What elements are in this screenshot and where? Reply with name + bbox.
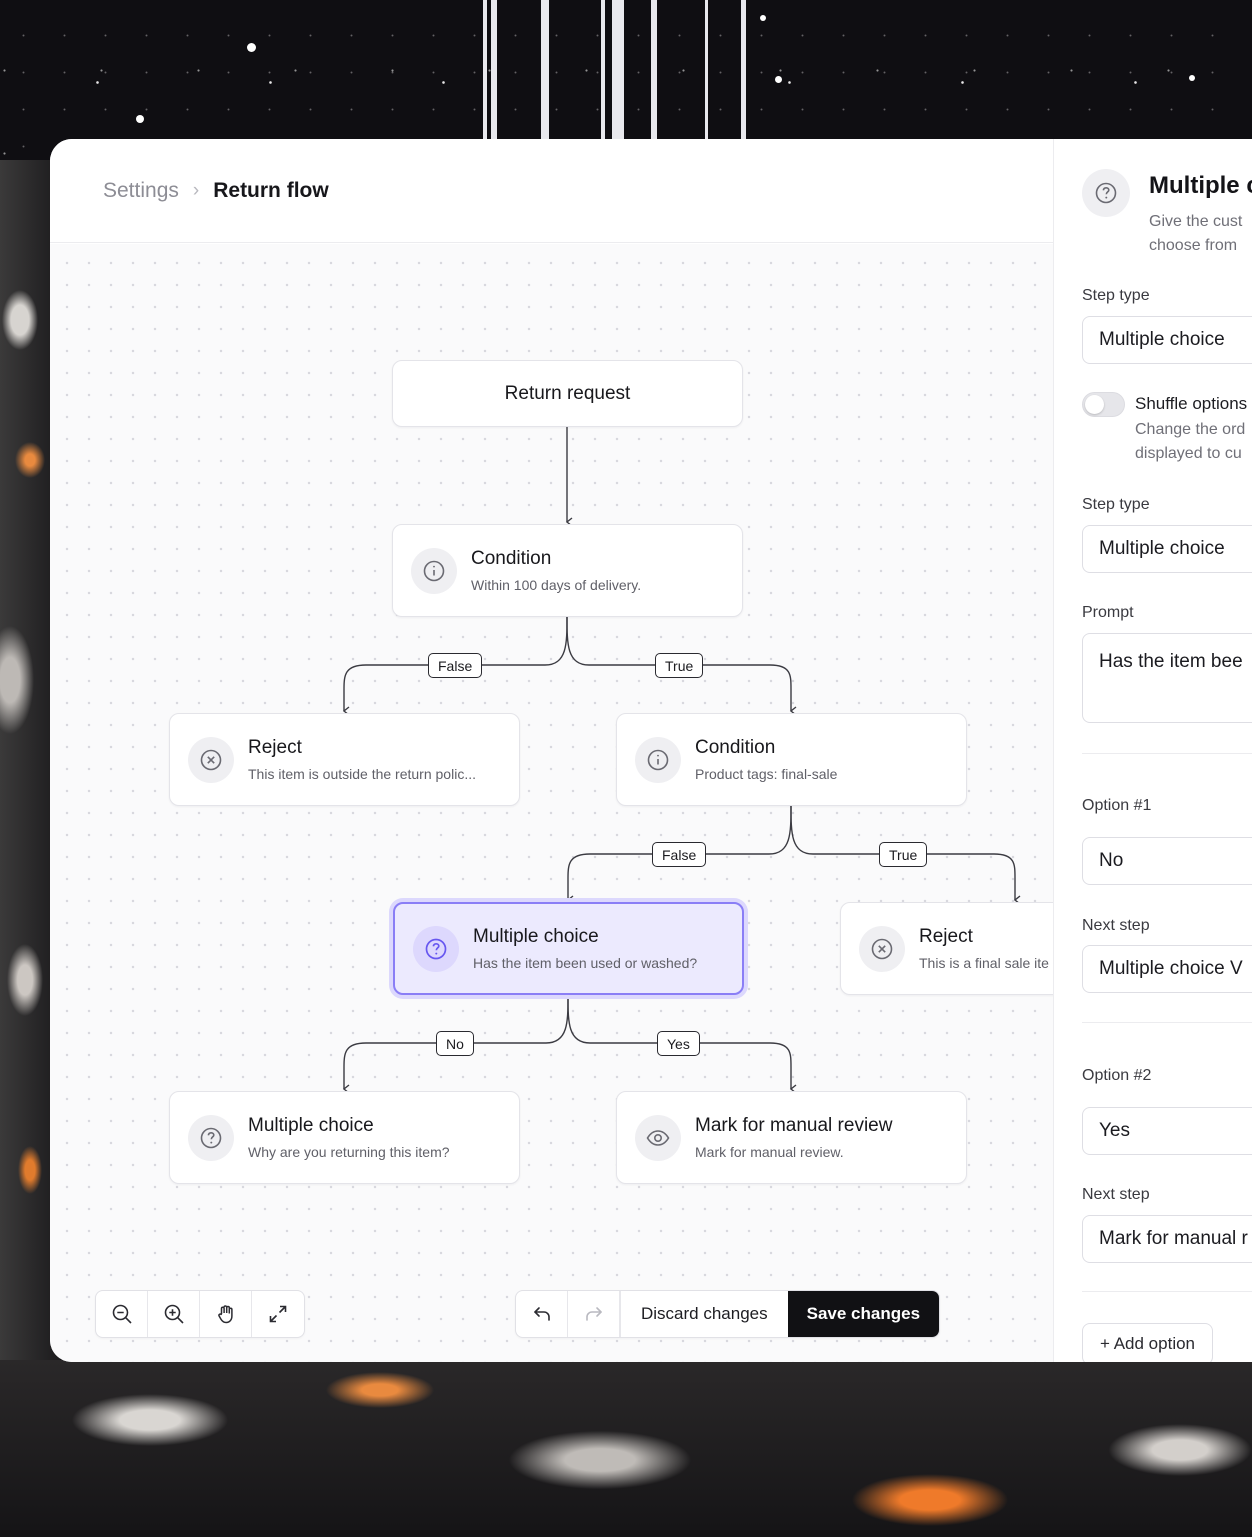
zoom-in-icon <box>164 1304 184 1324</box>
prompt-textarea[interactable]: Has the item bee <box>1082 633 1252 723</box>
node-title: Condition <box>471 548 552 569</box>
panel-description: Give the cust choose from <box>1149 213 1243 254</box>
node-title: Condition <box>695 737 776 758</box>
hand-icon <box>217 1305 233 1324</box>
undo-button[interactable] <box>516 1291 568 1337</box>
node-manual-review[interactable]: Mark for manual review Mark for manual r… <box>616 1091 967 1184</box>
edge-label-false: False <box>652 842 707 867</box>
divider <box>1082 1022 1252 1023</box>
light-stripe <box>741 0 746 140</box>
breadcrumb-settings[interactable]: Settings <box>103 179 179 203</box>
breadcrumb-separator-icon: › <box>192 179 200 201</box>
flow-canvas[interactable]: False True False True No Yes Return requ… <box>50 244 1053 1362</box>
node-condition-delivery[interactable]: Condition Within 100 days of delivery. <box>392 524 743 617</box>
node-title: Multiple choice <box>248 1115 374 1136</box>
shuffle-options-description: Change the ord displayed to cu <box>1135 421 1246 462</box>
option-2-input[interactable]: Yes <box>1082 1107 1252 1155</box>
option-2-next-step-select[interactable]: Mark for manual r <box>1082 1215 1252 1263</box>
light-stripe <box>651 0 657 140</box>
light-stripe <box>491 0 497 140</box>
light-stripe <box>612 0 624 140</box>
question-icon <box>1082 169 1130 217</box>
breadcrumb-current: Return flow <box>213 178 329 202</box>
light-stripe <box>541 0 549 140</box>
step-type-label: Step type <box>1082 496 1150 513</box>
eye-icon <box>635 1114 681 1161</box>
zoom-out-button[interactable] <box>96 1291 148 1337</box>
x-circle-icon <box>859 925 905 972</box>
edge-label-false: False <box>428 653 483 678</box>
node-multiple-choice-reason[interactable]: Multiple choice Why are you returning th… <box>169 1091 520 1184</box>
expand-icon <box>269 1305 287 1323</box>
app-window: Settings › Return flow False True False <box>50 139 1252 1362</box>
node-subtitle: Product tags: final-sale <box>695 766 838 782</box>
pan-button[interactable] <box>200 1291 252 1337</box>
option-1-input[interactable]: No <box>1082 837 1252 885</box>
divider <box>1082 1291 1252 1292</box>
save-changes-button[interactable]: Save changes <box>787 1291 940 1337</box>
edit-actions-toolbar: Discard changes Save changes <box>515 1290 941 1338</box>
light-stripe <box>483 0 487 140</box>
panel-title: Multiple c <box>1149 172 1252 199</box>
canvas-view-toolbar <box>95 1290 305 1338</box>
step-type-select[interactable]: Multiple choice <box>1082 316 1252 364</box>
star <box>247 43 256 52</box>
redo-button[interactable] <box>568 1291 620 1337</box>
shuffle-options-label: Shuffle options <box>1135 394 1248 413</box>
node-subtitle: This is a final sale ite <box>919 955 1049 971</box>
add-option-button[interactable]: + Add option <box>1082 1323 1214 1362</box>
discard-changes-button[interactable]: Discard changes <box>620 1291 788 1337</box>
node-multiple-choice-used[interactable]: Multiple choice Has the item been used o… <box>393 902 744 995</box>
node-title: Multiple choice <box>473 926 599 947</box>
light-stripe <box>601 0 605 140</box>
x-circle-icon <box>188 736 234 783</box>
edge-label-yes: Yes <box>657 1031 700 1056</box>
zoom-out-icon <box>112 1304 132 1324</box>
option-1-next-step-select[interactable]: Multiple choice V <box>1082 945 1252 993</box>
step-type-select[interactable]: Multiple choice <box>1082 525 1252 573</box>
question-icon <box>413 925 459 972</box>
redo-icon <box>585 1307 602 1321</box>
step-type-label: Step type <box>1082 287 1150 304</box>
shuffle-options-toggle[interactable] <box>1082 392 1125 417</box>
toggle-knob <box>1085 395 1104 414</box>
question-icon <box>188 1114 234 1161</box>
rock-formation <box>0 1360 1252 1537</box>
node-title: Mark for manual review <box>695 1115 893 1136</box>
star <box>760 15 766 21</box>
fit-view-button[interactable] <box>252 1291 304 1337</box>
node-title: Return request <box>504 382 631 404</box>
node-subtitle: Has the item been used or washed? <box>473 955 698 971</box>
info-icon <box>411 547 457 594</box>
info-icon <box>635 736 681 783</box>
node-reject-final-sale[interactable]: Reject This is a final sale ite <box>840 902 1053 995</box>
node-title: Reject <box>919 926 973 947</box>
edge-label-true: True <box>879 842 928 867</box>
node-title: Reject <box>248 737 302 758</box>
node-subtitle: Within 100 days of delivery. <box>471 577 642 593</box>
prompt-label: Prompt <box>1082 604 1134 621</box>
option-2-label: Option #2 <box>1082 1067 1152 1084</box>
node-subtitle: This item is outside the return polic... <box>248 766 476 782</box>
step-settings-panel: Multiple c Give the cust choose from Ste… <box>1053 139 1252 1362</box>
node-reject-policy[interactable]: Reject This item is outside the return p… <box>169 713 520 806</box>
page-header: Settings › Return flow <box>50 139 1053 243</box>
next-step-label: Next step <box>1082 917 1150 934</box>
node-subtitle: Why are you returning this item? <box>248 1144 450 1160</box>
star <box>136 115 144 123</box>
node-return-request[interactable]: Return request <box>392 360 743 427</box>
edge-label-true: True <box>655 653 704 678</box>
next-step-label: Next step <box>1082 1186 1150 1203</box>
star <box>775 76 782 83</box>
star <box>1189 75 1195 81</box>
node-subtitle: Mark for manual review. <box>695 1144 844 1160</box>
node-condition-final-sale[interactable]: Condition Product tags: final-sale <box>616 713 967 806</box>
light-stripe <box>705 0 708 140</box>
zoom-in-button[interactable] <box>148 1291 200 1337</box>
option-1-label: Option #1 <box>1082 797 1152 814</box>
undo-icon <box>533 1307 550 1321</box>
divider <box>1082 753 1252 754</box>
edge-label-no: No <box>436 1031 474 1056</box>
